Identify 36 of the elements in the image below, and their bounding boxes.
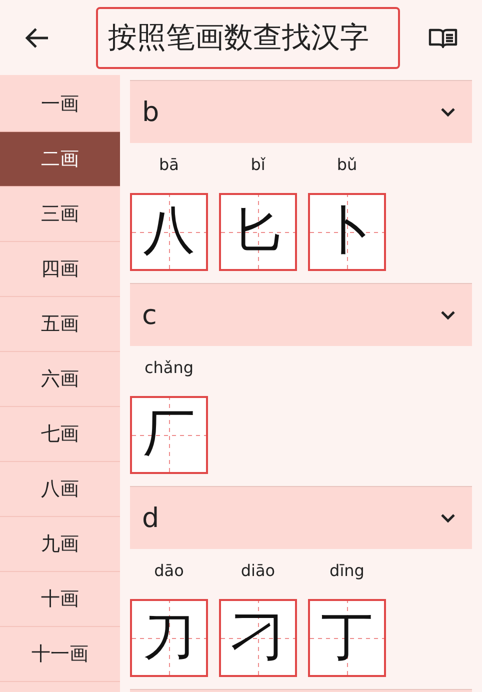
letter-label: b	[142, 96, 160, 128]
letter-label: c	[142, 300, 157, 330]
chevron-down-icon[interactable]	[440, 310, 456, 320]
letter-header[interactable]: b	[130, 80, 472, 143]
stroke-tab[interactable]: 四画	[0, 242, 120, 297]
pinyin-label: chǎng	[144, 358, 194, 379]
character-grid[interactable]: 厂	[130, 396, 208, 474]
letter-header[interactable]: c	[130, 283, 472, 346]
stroke-tab[interactable]: 九画	[0, 517, 120, 572]
pinyin-label: bǐ	[250, 155, 266, 176]
pinyin-label: bǔ	[336, 155, 358, 176]
letter-label: d	[142, 502, 160, 534]
stroke-tab[interactable]: 十一画	[0, 627, 120, 682]
back-icon[interactable]	[24, 26, 50, 48]
stroke-tab[interactable]: 三画	[0, 187, 120, 242]
character-grid[interactable]: 卜	[308, 193, 386, 271]
character-grid[interactable]: 刀	[130, 599, 208, 677]
title-field[interactable]: 按照笔画数查找汉字	[96, 6, 400, 68]
pinyin-label: diāo	[240, 561, 276, 582]
character-grid[interactable]: 匕	[219, 193, 297, 271]
stroke-tab[interactable]: 五画	[0, 297, 120, 352]
stroke-tab[interactable]: 二画	[0, 132, 120, 187]
stroke-tab[interactable]: 十画	[0, 572, 120, 627]
character-grid[interactable]: 八	[130, 193, 208, 271]
pinyin-label: dīng	[330, 561, 364, 582]
character-grid[interactable]: 丁	[308, 599, 386, 677]
stroke-tab[interactable]: 七画	[0, 407, 120, 462]
stroke-tab[interactable]: 六画	[0, 352, 120, 407]
stroke-tab[interactable]: 八画	[0, 462, 120, 517]
pinyin-label: dāo	[154, 561, 184, 582]
letter-header[interactable]: d	[130, 486, 472, 549]
chevron-down-icon[interactable]	[440, 513, 456, 523]
chevron-down-icon[interactable]	[440, 107, 456, 117]
character-grid[interactable]: 刁	[219, 599, 297, 677]
book-icon[interactable]	[428, 26, 458, 48]
pinyin-label: bā	[159, 155, 179, 176]
